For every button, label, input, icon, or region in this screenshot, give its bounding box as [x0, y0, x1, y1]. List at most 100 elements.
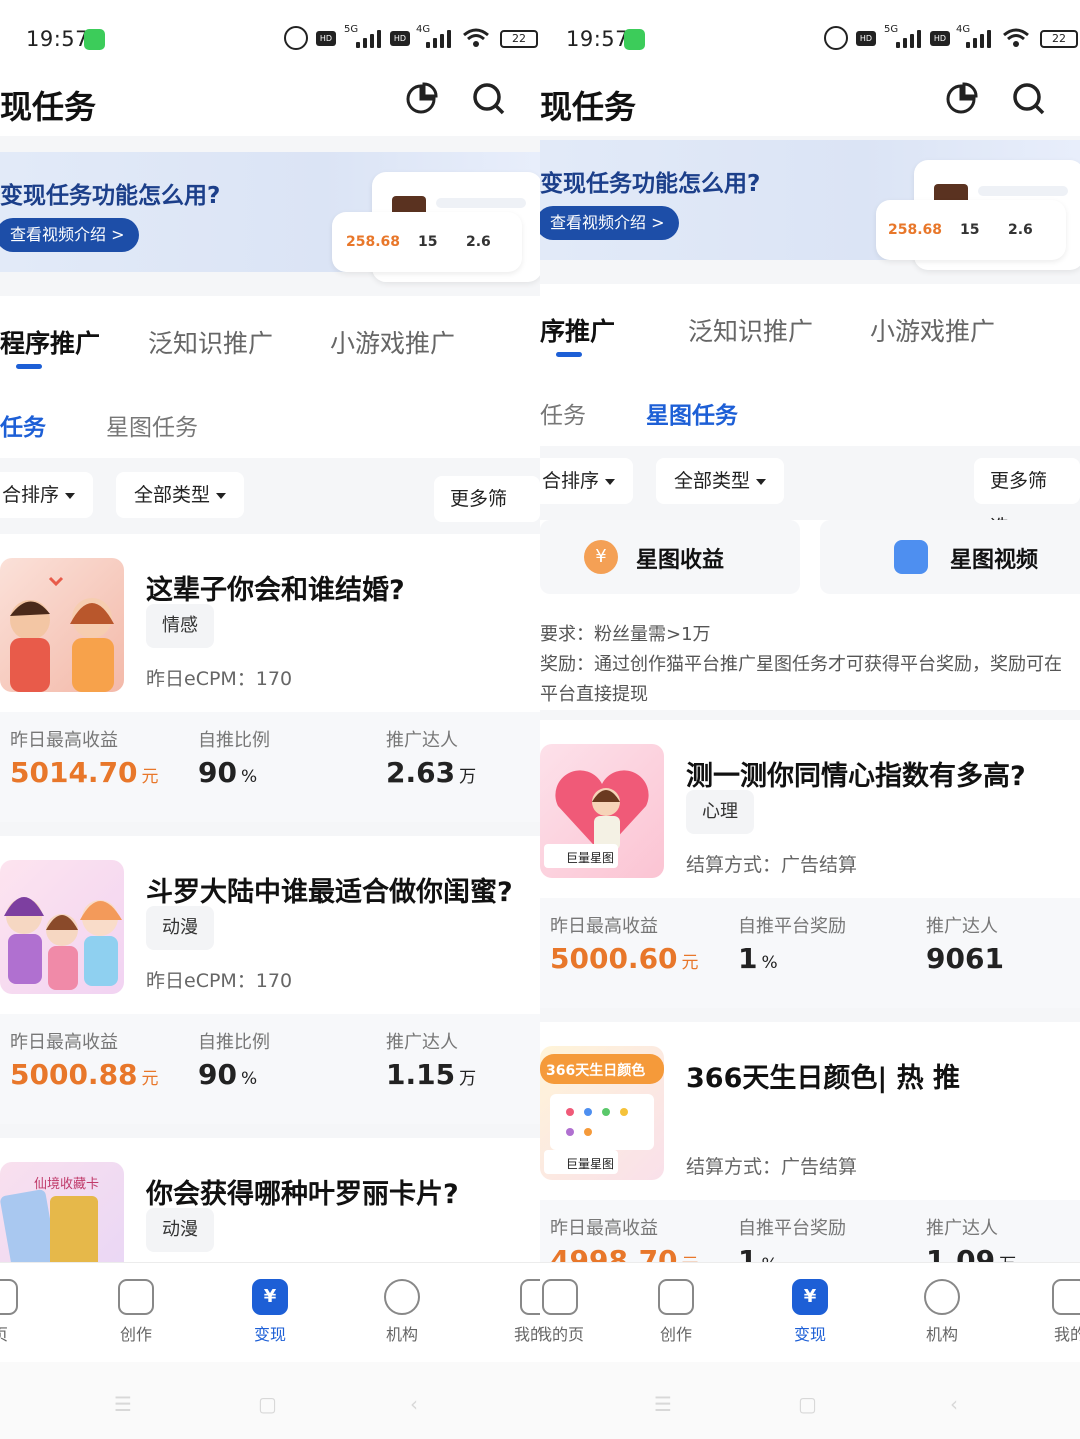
- type-label: 全部类型: [674, 470, 751, 492]
- tab-program-promo[interactable]: 程序推广: [0, 324, 100, 360]
- search-icon[interactable]: [472, 82, 506, 116]
- more-filters-button[interactable]: 更多筛选: [434, 476, 540, 556]
- nav-create[interactable]: 创作: [96, 1279, 176, 1345]
- tab-knowledge-promo[interactable]: 泛知识推广: [688, 312, 813, 348]
- stat-value: 5000.60 元: [550, 942, 699, 975]
- preview-bar: [436, 198, 526, 208]
- type-label: 全部类型: [134, 484, 211, 506]
- nav-monetize[interactable]: ¥ 变现: [770, 1279, 850, 1345]
- system-nav-bar: ☰ ▢ ‹: [0, 1362, 540, 1439]
- task-card[interactable]: 这辈子你会和谁结婚? 情感 昨日eCPM：170 昨日最高收益 5014.70 元…: [0, 534, 540, 822]
- search-icon[interactable]: [1012, 82, 1046, 116]
- xingtu-earnings-button[interactable]: ¥ 星图收益: [540, 520, 800, 594]
- max-earnings-value: 5000.88: [10, 1058, 138, 1091]
- menu-icon[interactable]: ☰: [114, 1392, 132, 1416]
- reward-text-cont: 平台直接提现: [540, 684, 648, 705]
- task-cover-image: [0, 558, 124, 692]
- preview-bar: [978, 186, 1068, 196]
- home-square-icon[interactable]: ▢: [258, 1392, 277, 1416]
- task-card[interactable]: 斗罗大陆中谁最适合做你闺蜜? 动漫 昨日eCPM：170 昨日最高收益 5000…: [0, 836, 540, 1124]
- tab-tasks[interactable]: 任务: [0, 408, 46, 442]
- nav-mine-right[interactable]: 我的: [1030, 1279, 1080, 1345]
- nav-mine[interactable]: 我的页: [540, 1279, 600, 1345]
- nav-label: 创作: [119, 1325, 152, 1344]
- tab-minigame-promo[interactable]: 小游戏推广: [870, 312, 995, 348]
- status-time: 19:57: [566, 27, 630, 51]
- nav-organization[interactable]: 机构: [362, 1279, 442, 1345]
- alarm-icon: [824, 26, 848, 50]
- sort-dropdown[interactable]: 合排序: [540, 458, 634, 504]
- stat-value: 90%: [198, 1058, 257, 1091]
- app-notification-icon: [624, 29, 645, 50]
- nav-label: 机构: [385, 1325, 418, 1344]
- nav-create[interactable]: 创作: [636, 1279, 716, 1345]
- stat-label: 自推比例: [198, 730, 270, 751]
- left-screenshot: 19:57 HD 5G HD 4G 22 现任务 变现任务功能怎么用? 查看视频…: [0, 0, 540, 1439]
- stat-label: 自推比例: [198, 1032, 270, 1053]
- back-icon[interactable]: ‹: [950, 1392, 958, 1416]
- nav-home[interactable]: 页: [0, 1279, 40, 1345]
- stat-value: 1%: [738, 1244, 778, 1262]
- nav-label: 我的页: [540, 1325, 584, 1344]
- video-play-icon: [894, 540, 928, 574]
- task-card[interactable]: 仙境收藏卡 你会获得哪种叶罗丽卡片? 动漫: [0, 1138, 540, 1262]
- task-title: 测一测你同情心指数有多高?: [686, 761, 1026, 792]
- back-icon[interactable]: ‹: [410, 1392, 418, 1416]
- app-notification-icon: [84, 29, 105, 50]
- stat-label: 昨日最高收益: [10, 730, 118, 751]
- more-filters-button[interactable]: 更多筛选: [974, 458, 1080, 538]
- page-header: 现任务: [0, 80, 540, 136]
- hd-icon: HD: [390, 31, 410, 46]
- watch-video-button[interactable]: 查看视频介绍 >: [0, 218, 139, 252]
- stat-value: 1.09万: [926, 1244, 1016, 1262]
- wifi-icon: [1003, 28, 1029, 47]
- heart-girl-illustration: 巨量星图: [544, 770, 649, 868]
- stat-label: 推广达人: [386, 730, 458, 751]
- max-earnings-value: 5014.70: [10, 756, 138, 789]
- tab-xingtu-tasks[interactable]: 星图任务: [106, 408, 198, 442]
- sort-dropdown[interactable]: 合排序: [0, 472, 94, 518]
- filter-bar: 合排序 全部类型 更多筛选: [540, 446, 1080, 538]
- nav-organization[interactable]: 机构: [902, 1279, 982, 1345]
- tab-tasks[interactable]: 任务: [540, 396, 586, 430]
- banner-question: 变现任务功能怎么用?: [0, 183, 221, 209]
- xingtu-video-button[interactable]: 星图视频: [820, 520, 1080, 594]
- stat-label: 推广达人: [926, 1218, 998, 1239]
- task-card[interactable]: 巨量星图 测一测你同情心指数有多高? 心理 结算方式：广告结算 昨日最高收益 5…: [540, 720, 1080, 1008]
- stat-value: 5000.88 元: [10, 1058, 159, 1091]
- tab-xingtu-tasks[interactable]: 星图任务: [646, 396, 738, 430]
- category-tabs: 程序推广 泛知识推广 小游戏推广: [0, 296, 540, 386]
- promoters-value: 2.63: [386, 756, 456, 789]
- task-cover-image: 366天生日颜色 巨量星图: [540, 1046, 664, 1180]
- tab-minigame-promo[interactable]: 小游戏推广: [330, 324, 455, 360]
- sort-label: 合排序: [2, 484, 60, 506]
- nav-mine[interactable]: 我的页: [498, 1279, 540, 1345]
- banner-question: 变现任务功能怎么用?: [540, 171, 761, 197]
- stat-label: 推广达人: [386, 1032, 458, 1053]
- stats-pie-icon[interactable]: [944, 82, 978, 116]
- watch-video-button[interactable]: 查看视频介绍 >: [540, 206, 679, 240]
- yuan-icon: ¥: [792, 1279, 828, 1315]
- caret-down-icon: [756, 478, 767, 485]
- xingtu-earnings-label: 星图收益: [636, 548, 725, 573]
- type-dropdown[interactable]: 全部类型: [656, 458, 785, 504]
- tab-knowledge-promo[interactable]: 泛知识推广: [148, 324, 273, 360]
- yuan-icon: ¥: [252, 1279, 288, 1315]
- banner-stat-2: 15: [960, 222, 980, 238]
- stats-pie-icon[interactable]: [404, 82, 438, 116]
- type-dropdown[interactable]: 全部类型: [116, 472, 245, 518]
- collection-card-illustration: 仙境收藏卡: [0, 1177, 99, 1262]
- nav-label: 我的: [1053, 1325, 1080, 1344]
- task-ecpm: 昨日eCPM：170: [146, 668, 293, 690]
- task-card[interactable]: 366天生日颜色 巨量星图 366天生日颜色| 热 推 结算方式：广告结算 昨日最…: [540, 1022, 1080, 1262]
- home-square-icon[interactable]: ▢: [798, 1392, 817, 1416]
- page-title: 现任务: [0, 88, 97, 126]
- banner-stat-1: 258.68: [346, 234, 401, 250]
- tab-program-promo[interactable]: 序推广: [540, 312, 615, 348]
- promoters-value: 1.09: [926, 1244, 996, 1262]
- signal-icon: [346, 26, 386, 48]
- nav-monetize[interactable]: ¥ 变现: [230, 1279, 310, 1345]
- signal-icon: [416, 26, 456, 48]
- menu-icon[interactable]: ☰: [654, 1392, 672, 1416]
- bottom-nav: 我的页 创作 ¥ 变现 机构 我的: [540, 1262, 1080, 1362]
